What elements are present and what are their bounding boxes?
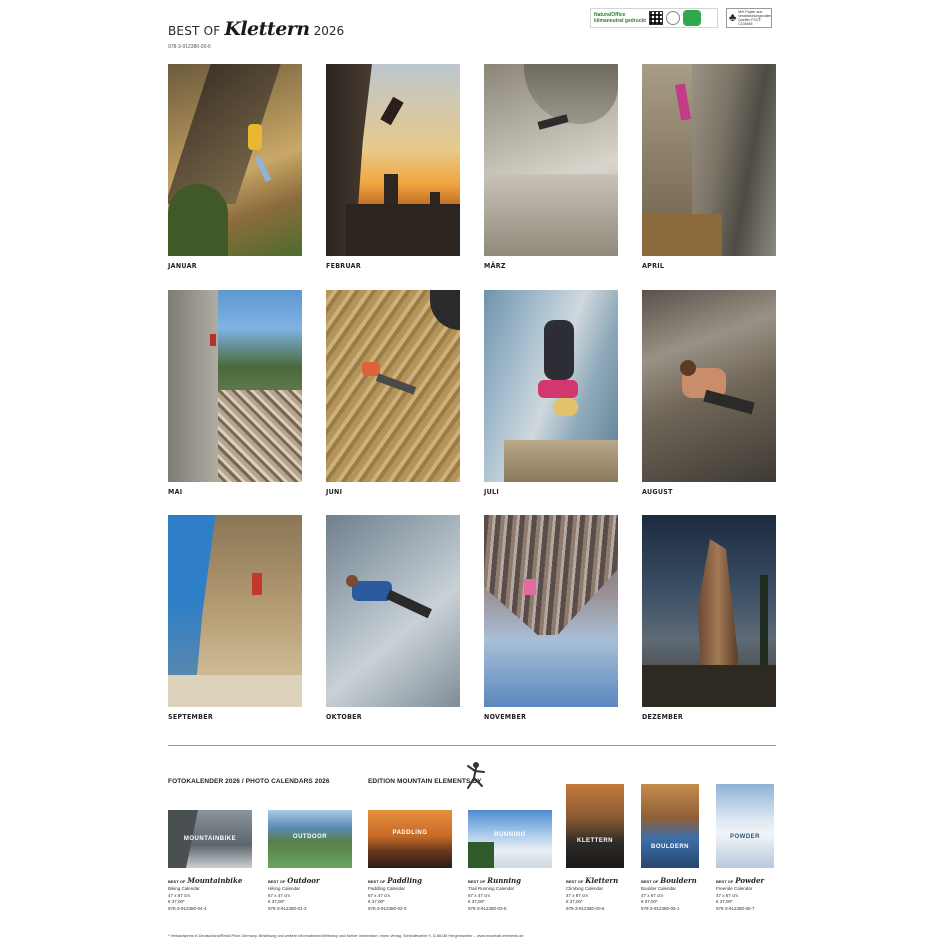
caption-name: Running: [487, 876, 522, 885]
caption-prefix: BEST OF: [368, 879, 386, 884]
caption-prefix: BEST OF: [268, 879, 286, 884]
month-label: JULI: [484, 488, 500, 496]
month-cell-januar: JANUAR: [168, 64, 302, 270]
caption-isbn: 978-3-912380-00-6: [566, 905, 605, 911]
month-photo: [168, 515, 302, 707]
month-photo: [326, 515, 460, 707]
catalog-caption: BEST OF Powder Freeride Calendar 47 x 67…: [716, 876, 796, 912]
certification-logos: NaturalOffice klimaneutral gedruckt ♣ MI…: [590, 8, 772, 28]
month-photo: [642, 64, 776, 256]
month-cell-oktober: OKTOBER: [326, 515, 460, 721]
caption-isbn: 978-3-912380-02-0: [368, 905, 407, 911]
month-label: OKTOBER: [326, 713, 362, 721]
month-cell-juli: JULI: [484, 290, 618, 496]
caption-isbn: 978-3-912380-01-3: [268, 905, 307, 911]
caption-name: Klettern: [585, 876, 619, 885]
month-cell-mai: MAI: [168, 290, 302, 496]
title-prefix: BEST OF: [168, 24, 221, 38]
catalog-caption: BEST OF Klettern Climbing Calendar 47 x …: [566, 876, 646, 912]
seal-icon: [666, 11, 680, 25]
catalog-caption: BEST OF Bouldern Boulder Calendar 47 x 6…: [641, 876, 721, 912]
thumb-label: OUTDOOR: [292, 834, 328, 840]
catalog-thumb-running[interactable]: RUNNING: [468, 810, 552, 868]
month-photo: [326, 290, 460, 482]
thumb-label: KLETTERN: [577, 838, 613, 844]
month-label: DEZEMBER: [642, 713, 684, 721]
eco-badge-icon: [683, 10, 701, 26]
caption-prefix: BEST OF: [641, 879, 659, 884]
caption-prefix: BEST OF: [716, 879, 734, 884]
fsc-tree-icon: ♣: [729, 11, 737, 24]
month-photo: [642, 290, 776, 482]
month-label: NOVEMBER: [484, 713, 527, 721]
month-grid: JANUAR FEBRUAR MÄRZ APRIL MAI JUNI JULI …: [168, 64, 776, 728]
month-photo: [642, 515, 776, 707]
month-label: FEBRUAR: [326, 262, 361, 270]
thumb-label: MOUNTAINBIKE: [183, 836, 237, 842]
qr-code-icon: [649, 11, 663, 25]
eco-text: NaturalOffice klimaneutral gedruckt: [594, 12, 646, 24]
catalog-thumb-outdoor[interactable]: OUTDOOR: [268, 810, 352, 868]
month-photo: [484, 515, 618, 707]
caption-name: Paddling: [387, 876, 422, 885]
month-cell-maerz: MÄRZ: [484, 64, 618, 270]
month-photo: [484, 290, 618, 482]
month-cell-juni: JUNI: [326, 290, 460, 496]
month-label: JUNI: [326, 488, 343, 496]
month-cell-september: SEPTEMBER: [168, 515, 302, 721]
caption-isbn: 978-3-912380-04-4: [168, 905, 207, 911]
month-cell-februar: FEBRUAR: [326, 64, 460, 270]
month-label: MÄRZ: [484, 262, 506, 270]
catalog-title: FOTOKALENDER 2026 / PHOTO CALENDARS 2026: [168, 778, 330, 785]
catalog-thumb-powder[interactable]: POWDER: [716, 784, 774, 868]
fsc-text: MIX Papier aus verantwortungsvollen Quel…: [738, 10, 772, 26]
section-divider: [168, 745, 776, 746]
footnote: * Verkaufspreis in Deutschland/Retail Pr…: [168, 934, 524, 938]
month-cell-april: APRIL: [642, 64, 776, 270]
caption-name: Powder: [735, 876, 765, 885]
month-label: MAI: [168, 488, 183, 496]
month-label: AUGUST: [642, 488, 673, 496]
title-year: 2026: [313, 24, 345, 38]
caption-prefix: BEST OF: [566, 879, 584, 884]
caption-name: Mountainbike: [187, 876, 243, 885]
thumb-label: BOULDERN: [651, 844, 689, 850]
calendar-title: BEST OF Klettern 2026: [168, 18, 344, 42]
caption-name: Outdoor: [287, 876, 320, 885]
caption-isbn: 978-3-912380-03-8: [468, 905, 507, 911]
catalog-caption: BEST OF Paddling Paddling Calendar 67 x …: [368, 876, 448, 912]
month-label: APRIL: [642, 262, 665, 270]
month-photo: [326, 64, 460, 256]
thumb-label: POWDER: [730, 834, 760, 840]
catalog-thumb-paddling[interactable]: PADDLING: [368, 810, 452, 868]
month-cell-dezember: DEZEMBER: [642, 515, 776, 721]
catalog-thumb-klettern[interactable]: KLETTERN: [566, 784, 624, 868]
fsc-logo: ♣ MIX Papier aus verantwortungsvollen Qu…: [726, 8, 772, 28]
month-label: SEPTEMBER: [168, 713, 213, 721]
caption-name: Bouldern: [660, 876, 697, 885]
caption-isbn: 978-3-912380-06-7: [716, 905, 755, 911]
title-brand: Klettern: [224, 18, 310, 40]
month-label: JANUAR: [168, 262, 197, 270]
month-photo: [168, 64, 302, 256]
caption-prefix: BEST OF: [168, 879, 186, 884]
catalog-caption: BEST OF Running Trail Running Calendar 6…: [468, 876, 548, 912]
caption-prefix: BEST OF: [468, 879, 486, 884]
catalog-caption: BEST OF Outdoor Hiking Calendar 67 x 47 …: [268, 876, 348, 912]
caption-isbn: 978-3-912380-05-1: [641, 905, 680, 911]
climber-logo-icon: [467, 762, 485, 789]
catalog-thumb-mountainbike[interactable]: MOUNTAINBIKE: [168, 810, 252, 868]
catalog-thumb-bouldern[interactable]: BOULDERN: [641, 784, 699, 868]
month-photo: [168, 290, 302, 482]
thumb-label: RUNNING: [494, 832, 526, 838]
header-isbn: 978-3-912380-00-6: [168, 44, 211, 50]
month-photo: [484, 64, 618, 256]
natural-office-logo: NaturalOffice klimaneutral gedruckt: [590, 8, 718, 28]
month-cell-august: AUGUST: [642, 290, 776, 496]
thumb-label: PADDLING: [392, 830, 428, 836]
catalog-caption: BEST OF Mountainbike Biking Calendar 47 …: [168, 876, 248, 912]
month-cell-november: NOVEMBER: [484, 515, 618, 721]
